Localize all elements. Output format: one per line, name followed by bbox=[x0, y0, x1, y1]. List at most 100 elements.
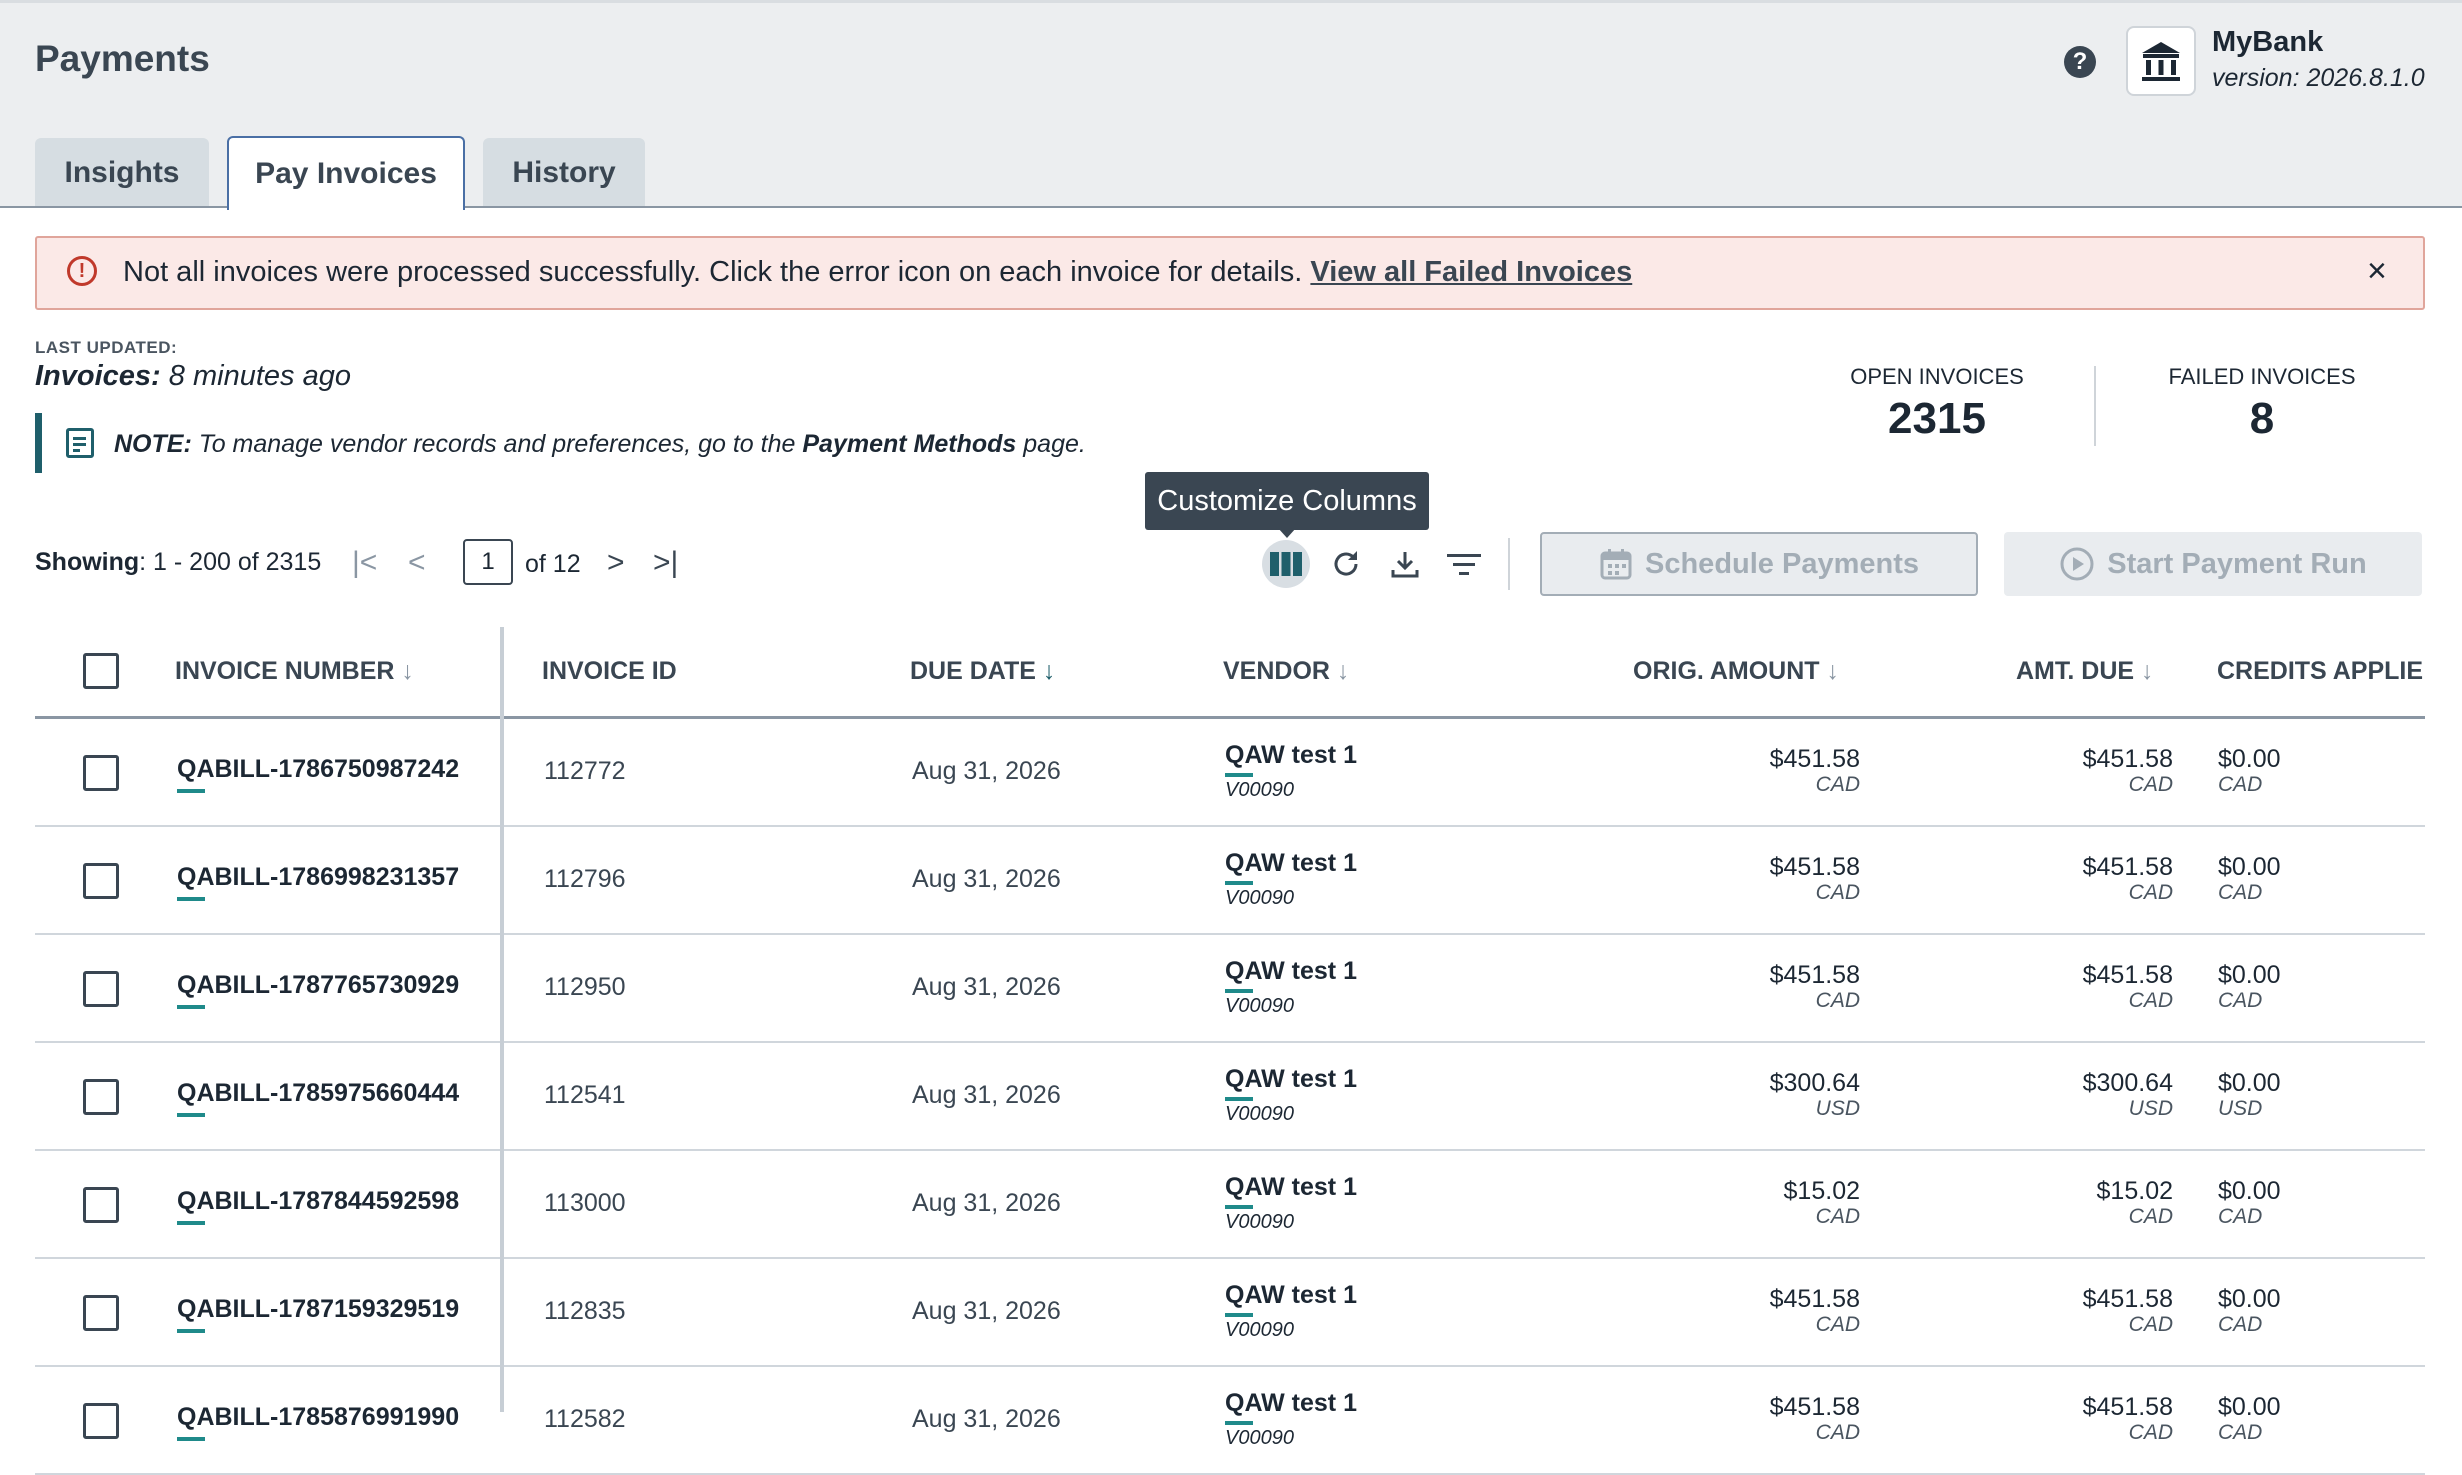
error-alert: ! Not all invoices were processed succes… bbox=[35, 236, 2425, 310]
col-amt-due[interactable]: AMT. DUE ↓ bbox=[2016, 657, 2154, 686]
frozen-column-divider bbox=[500, 627, 504, 1412]
vendor-code: V00090 bbox=[1225, 887, 1294, 909]
link-underline bbox=[177, 1005, 205, 1009]
orig-currency: CAD bbox=[1815, 881, 1860, 904]
invoice-id: 112835 bbox=[544, 1297, 626, 1325]
invoice-number-link[interactable]: QABILL-1785876991990 bbox=[177, 1403, 459, 1441]
orig-currency: CAD bbox=[1815, 773, 1860, 796]
payment-methods-link[interactable]: Payment Methods bbox=[802, 430, 1016, 458]
alert-message: Not all invoices were processed successf… bbox=[123, 256, 1632, 289]
col-vendor[interactable]: VENDOR ↓ bbox=[1223, 657, 1349, 686]
vendor-code: V00090 bbox=[1225, 1427, 1294, 1449]
row-checkbox[interactable] bbox=[83, 1403, 119, 1439]
due-date: Aug 31, 2026 bbox=[912, 757, 1061, 785]
amount-due-currency: CAD bbox=[2128, 773, 2173, 796]
row-checkbox[interactable] bbox=[83, 1187, 119, 1223]
orig-currency: CAD bbox=[1815, 989, 1860, 1012]
amount-due-currency: USD bbox=[2128, 1097, 2173, 1120]
vendor-name-link[interactable]: QAW test 1 bbox=[1225, 849, 1357, 885]
calendar-icon bbox=[1600, 549, 1632, 580]
download-icon[interactable] bbox=[1381, 540, 1429, 588]
col-orig-amount[interactable]: ORIG. AMOUNT ↓ bbox=[1633, 657, 1839, 686]
vendor-name-link[interactable]: QAW test 1 bbox=[1225, 1173, 1357, 1209]
tab-history[interactable]: History bbox=[483, 138, 645, 208]
columns-icon[interactable] bbox=[1262, 540, 1310, 588]
schedule-payments-button[interactable]: Schedule Payments bbox=[1540, 532, 1978, 596]
vendor-code: V00090 bbox=[1225, 995, 1294, 1017]
row-checkbox[interactable] bbox=[83, 1295, 119, 1331]
vendor-code: V00090 bbox=[1225, 1211, 1294, 1233]
amount-due-currency: CAD bbox=[2128, 1313, 2173, 1336]
start-payment-run-label: Start Payment Run bbox=[2107, 547, 2367, 580]
invoice-number-link[interactable]: QABILL-1787765730929 bbox=[177, 971, 459, 1009]
tab-pay-invoices[interactable]: Pay Invoices bbox=[227, 136, 465, 210]
credits-applied: $0.00 bbox=[2218, 1177, 2281, 1205]
select-all-checkbox[interactable] bbox=[83, 653, 119, 689]
vendor-name-link[interactable]: QAW test 1 bbox=[1225, 1389, 1357, 1425]
last-page-icon[interactable]: >| bbox=[653, 546, 678, 580]
vendor-name: QAW test 1 bbox=[1225, 1389, 1357, 1417]
vendor-name-link[interactable]: QAW test 1 bbox=[1225, 741, 1357, 777]
last-updated-prefix: Invoices: bbox=[35, 360, 161, 392]
credits-applied: $0.00 bbox=[2218, 1393, 2281, 1421]
vendor-code: V00090 bbox=[1225, 1103, 1294, 1125]
invoice-id: 113000 bbox=[544, 1189, 626, 1217]
close-icon[interactable]: × bbox=[2367, 252, 2387, 291]
invoice-number-text: QABILL-1786998231357 bbox=[177, 863, 460, 891]
amount-due-currency: CAD bbox=[2128, 989, 2173, 1012]
link-underline bbox=[177, 1329, 205, 1333]
invoice-id: 112772 bbox=[544, 757, 626, 785]
schedule-payments-label: Schedule Payments bbox=[1645, 547, 1919, 580]
vendor-name: QAW test 1 bbox=[1225, 957, 1357, 985]
col-invoice-id[interactable]: INVOICE ID bbox=[542, 657, 677, 686]
amount-due: $300.64 bbox=[2082, 1069, 2173, 1097]
stats-divider bbox=[2094, 366, 2096, 446]
vendor-name: QAW test 1 bbox=[1225, 1281, 1357, 1309]
prev-page-icon[interactable]: < bbox=[408, 546, 426, 580]
credits-currency: USD bbox=[2218, 1097, 2263, 1120]
bank-name: MyBank bbox=[2212, 26, 2324, 58]
vendor-name-link[interactable]: QAW test 1 bbox=[1225, 1281, 1357, 1317]
col-invoice-number[interactable]: INVOICE NUMBER ↓ bbox=[175, 657, 414, 686]
link-underline bbox=[1225, 1421, 1253, 1425]
invoice-number-link[interactable]: QABILL-1787844592598 bbox=[177, 1187, 460, 1225]
invoice-number-link[interactable]: QABILL-1786998231357 bbox=[177, 863, 460, 901]
invoice-number-link[interactable]: QABILL-1785975660444 bbox=[177, 1079, 459, 1117]
row-checkbox[interactable] bbox=[83, 863, 119, 899]
orig-amount: $451.58 bbox=[1769, 853, 1860, 881]
col-credits-applied[interactable]: CREDITS APPLIE bbox=[2217, 657, 2423, 686]
filter-icon[interactable] bbox=[1440, 540, 1488, 588]
page-number-input[interactable]: 1 bbox=[463, 539, 513, 585]
invoice-number-link[interactable]: QABILL-1787159329519 bbox=[177, 1295, 460, 1333]
alert-message-text: Not all invoices were processed successf… bbox=[123, 256, 1303, 288]
note-body-end: page. bbox=[1023, 430, 1086, 458]
help-icon[interactable]: ? bbox=[2064, 46, 2096, 78]
row-checkbox[interactable] bbox=[83, 1079, 119, 1115]
last-updated-value: Invoices: 8 minutes ago bbox=[35, 360, 351, 393]
orig-currency: CAD bbox=[1815, 1313, 1860, 1336]
tooltip-arrow bbox=[1278, 528, 1296, 538]
row-checkbox[interactable] bbox=[83, 755, 119, 791]
invoice-number-link[interactable]: QABILL-1786750987242 bbox=[177, 755, 459, 793]
col-due-date[interactable]: DUE DATE ↓ bbox=[910, 657, 1055, 686]
vendor-name: QAW test 1 bbox=[1225, 1173, 1357, 1201]
credits-currency: CAD bbox=[2218, 989, 2263, 1012]
vendor-code: V00090 bbox=[1225, 779, 1294, 801]
vendor-name-link[interactable]: QAW test 1 bbox=[1225, 1065, 1357, 1101]
vendor-name-link[interactable]: QAW test 1 bbox=[1225, 957, 1357, 993]
row-checkbox[interactable] bbox=[83, 971, 119, 1007]
view-failed-invoices-link[interactable]: View all Failed Invoices bbox=[1310, 256, 1632, 288]
invoice-id: 112796 bbox=[544, 865, 626, 893]
first-page-icon[interactable]: |< bbox=[352, 546, 377, 580]
next-page-icon[interactable]: > bbox=[607, 546, 625, 580]
start-payment-run-button[interactable]: Start Payment Run bbox=[2004, 532, 2422, 596]
refresh-icon[interactable] bbox=[1322, 540, 1370, 588]
last-updated-time: 8 minutes ago bbox=[168, 360, 351, 392]
tab-insights[interactable]: Insights bbox=[35, 138, 209, 208]
orig-amount: $300.64 bbox=[1769, 1069, 1860, 1097]
invoice-number-text: QABILL-1787844592598 bbox=[177, 1187, 460, 1215]
vendor-code: V00090 bbox=[1225, 1319, 1294, 1341]
play-icon bbox=[2060, 547, 2094, 581]
note-text: NOTE: To manage vendor records and prefe… bbox=[114, 430, 1086, 459]
invoice-number-text: QABILL-1787159329519 bbox=[177, 1295, 460, 1323]
